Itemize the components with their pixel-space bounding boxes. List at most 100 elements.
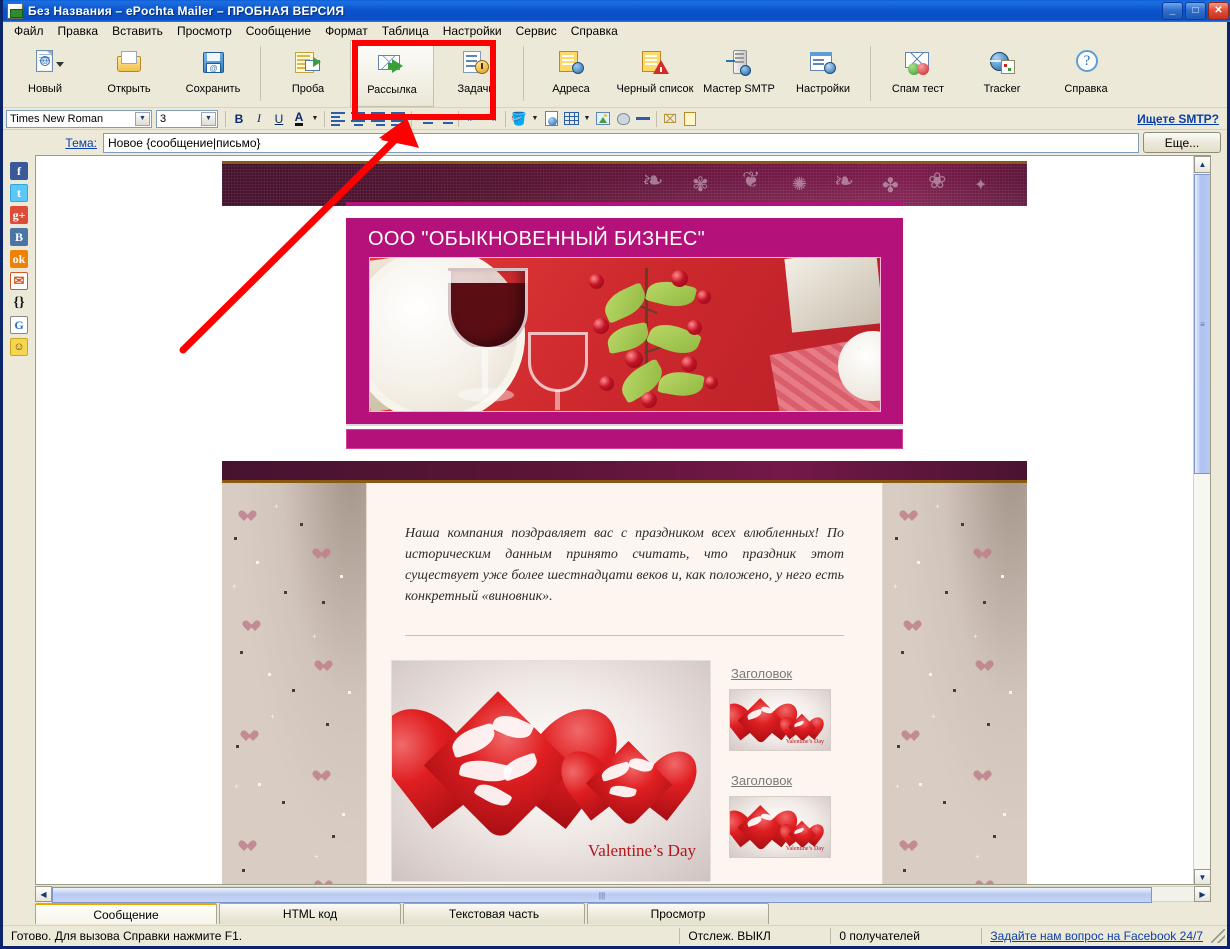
tasks-clock-icon — [461, 48, 491, 78]
toolbar-label-blacklist: Черный список — [616, 83, 694, 95]
resize-grip-icon[interactable] — [1211, 929, 1225, 943]
toolbar-button-help[interactable]: ? Справка — [1044, 40, 1128, 107]
align-left-icon[interactable] — [328, 109, 348, 128]
google-icon[interactable]: G — [10, 316, 28, 334]
vkontakte-icon[interactable]: B — [10, 228, 28, 246]
tab-text-part[interactable]: Текстовая часть — [403, 903, 585, 924]
indent-icon[interactable]: ⇥ — [482, 109, 502, 128]
italic-button[interactable]: I — [249, 109, 269, 128]
font-family-select[interactable]: Times New Roman ▼ — [6, 109, 152, 128]
outdent-icon[interactable]: ⇤ — [462, 109, 482, 128]
toolbar-button-smtp-wizard[interactable]: Мастер SMTP — [697, 40, 781, 107]
google-plus-icon[interactable]: g+ — [10, 206, 28, 224]
toolbar-button-addresses[interactable]: Адреса — [529, 40, 613, 107]
toolbar-button-tasks[interactable]: Задачи — [434, 40, 518, 107]
numbered-list-icon[interactable] — [415, 109, 435, 128]
thumb-heading-link-1[interactable]: Заголовок — [731, 666, 859, 681]
toolbar-button-spam-test[interactable]: Спам тест — [876, 40, 960, 107]
palette-icon[interactable] — [613, 109, 633, 128]
thumbnail-image-2[interactable]: Valentine’s Day — [729, 796, 831, 858]
font-color-button[interactable]: A — [289, 109, 309, 128]
underline-button[interactable]: U — [269, 109, 289, 128]
thumb-heading-link-2[interactable]: Заголовок — [731, 773, 859, 788]
email-canvas: ❧ ✾ ❦ ✺ ❧ ✤ ❀ ✦ ООО "ОБЫКНОВЕННЫЙ БИЗНЕС… — [36, 156, 1193, 884]
remove-format-icon[interactable]: ⌧ — [660, 109, 680, 128]
toolbar-button-send[interactable]: Рассылка — [350, 40, 434, 107]
scroll-left-arrow-icon[interactable]: ◀ — [35, 886, 52, 902]
menu-item-file[interactable]: Файл — [7, 23, 51, 39]
window-controls: _ □ ✕ — [1162, 2, 1229, 20]
scroll-right-arrow-icon[interactable]: ▶ — [1194, 886, 1211, 902]
tab-message[interactable]: Сообщение — [35, 903, 217, 924]
font-size-select[interactable]: 3 ▼ — [156, 109, 218, 128]
open-folder-icon — [114, 48, 144, 78]
toolbar-button-open[interactable]: Открыть — [87, 40, 171, 107]
facebook-icon[interactable]: f — [10, 162, 28, 180]
heart-small-shape — [550, 741, 708, 828]
menu-item-table[interactable]: Таблица — [375, 23, 436, 39]
insert-link-icon[interactable] — [541, 109, 561, 128]
menu-item-message[interactable]: Сообщение — [239, 23, 318, 39]
insert-image-icon[interactable] — [593, 109, 613, 128]
tab-preview[interactable]: Просмотр — [587, 903, 769, 924]
close-button[interactable]: ✕ — [1208, 2, 1229, 20]
save-floppy-icon: @ — [198, 48, 228, 78]
toolbar-button-tracker[interactable]: Tracker — [960, 40, 1044, 107]
toolbar-label-smtp-wizard: Мастер SMTP — [703, 83, 775, 95]
bold-button[interactable]: B — [229, 109, 249, 128]
tab-html-code[interactable]: HTML код — [219, 903, 401, 924]
toolbar-label-settings: Настройки — [796, 83, 850, 95]
toolbar-button-blacklist[interactable]: Черный список — [613, 40, 697, 107]
font-color-dropdown[interactable]: ▼ — [309, 109, 321, 128]
paint-bucket-dropdown[interactable]: ▼ — [529, 109, 541, 128]
vertical-scroll-thumb[interactable]: ≡ — [1194, 174, 1210, 474]
horizontal-rule-icon[interactable] — [633, 109, 653, 128]
scroll-up-arrow-icon[interactable]: ▲ — [1194, 156, 1210, 173]
menu-item-settings[interactable]: Настройки — [436, 23, 509, 39]
chevron-down-icon: ▼ — [201, 111, 216, 126]
smiley-icon[interactable]: ☺ — [10, 338, 28, 356]
menu-item-view[interactable]: Просмотр — [170, 23, 239, 39]
toolbar-button-test[interactable]: Проба — [266, 40, 350, 107]
email-divider-band — [222, 461, 1027, 483]
status-facebook-link[interactable]: Задайте нам вопрос на Facebook 24/7 — [982, 929, 1211, 943]
thumbnail-list: Заголовок Valentine’s Day Заголовок Vale… — [729, 660, 859, 882]
minimize-button[interactable]: _ — [1162, 2, 1183, 20]
align-justify-icon[interactable] — [388, 109, 408, 128]
odnoklassniki-icon[interactable]: ok — [10, 250, 28, 268]
message-editor[interactable]: ❧ ✾ ❦ ✺ ❧ ✤ ❀ ✦ ООО "ОБЫКНОВЕННЫЙ БИЗНЕС… — [35, 155, 1211, 885]
hero-image — [368, 257, 881, 412]
menu-item-insert[interactable]: Вставить — [105, 23, 170, 39]
maximize-button[interactable]: □ — [1185, 2, 1206, 20]
align-right-icon[interactable] — [368, 109, 388, 128]
menu-item-service[interactable]: Сервис — [509, 23, 564, 39]
toolbar-label-new: Новый — [28, 83, 62, 95]
menu-item-edit[interactable]: Правка — [51, 23, 106, 39]
editor-horizontal-scrollbar[interactable]: ◀ ||| ▶ — [35, 885, 1211, 903]
toolbar-button-settings[interactable]: Настройки — [781, 40, 865, 107]
horizontal-scroll-thumb[interactable]: ||| — [52, 887, 1152, 903]
email-icon[interactable]: ✉ — [10, 272, 28, 290]
thumbnail-image-1[interactable]: Valentine’s Day — [729, 689, 831, 751]
menu-item-help[interactable]: Справка — [564, 23, 625, 39]
menu-item-format[interactable]: Формат — [318, 23, 375, 39]
macro-braces-icon[interactable]: {} — [10, 294, 28, 312]
subject-input[interactable]: Новое {сообщение|письмо} — [103, 132, 1139, 153]
smtp-search-link[interactable]: Ищете SMTP? — [1137, 112, 1219, 126]
font-family-value: Times New Roman — [10, 112, 104, 125]
paint-bucket-icon[interactable]: 🪣 — [509, 109, 529, 128]
align-center-icon[interactable] — [348, 109, 368, 128]
toolbar-button-new[interactable]: @ Новый — [3, 40, 87, 107]
mail-send-icon — [377, 49, 407, 79]
paste-special-icon[interactable] — [680, 109, 700, 128]
insert-table-icon[interactable] — [561, 109, 581, 128]
twitter-icon[interactable]: t — [10, 184, 28, 202]
menu-bar: Файл Правка Вставить Просмотр Сообщение … — [3, 22, 1227, 40]
editor-vertical-scrollbar[interactable]: ▲ ≡ ▼ — [1193, 156, 1210, 884]
insert-table-dropdown[interactable]: ▼ — [581, 109, 593, 128]
horizontal-scroll-track[interactable]: ||| — [52, 886, 1194, 903]
scroll-down-arrow-icon[interactable]: ▼ — [1194, 869, 1210, 884]
bullet-list-icon[interactable] — [435, 109, 455, 128]
more-button[interactable]: Еще... — [1143, 132, 1221, 153]
toolbar-button-save[interactable]: @ Сохранить — [171, 40, 255, 107]
